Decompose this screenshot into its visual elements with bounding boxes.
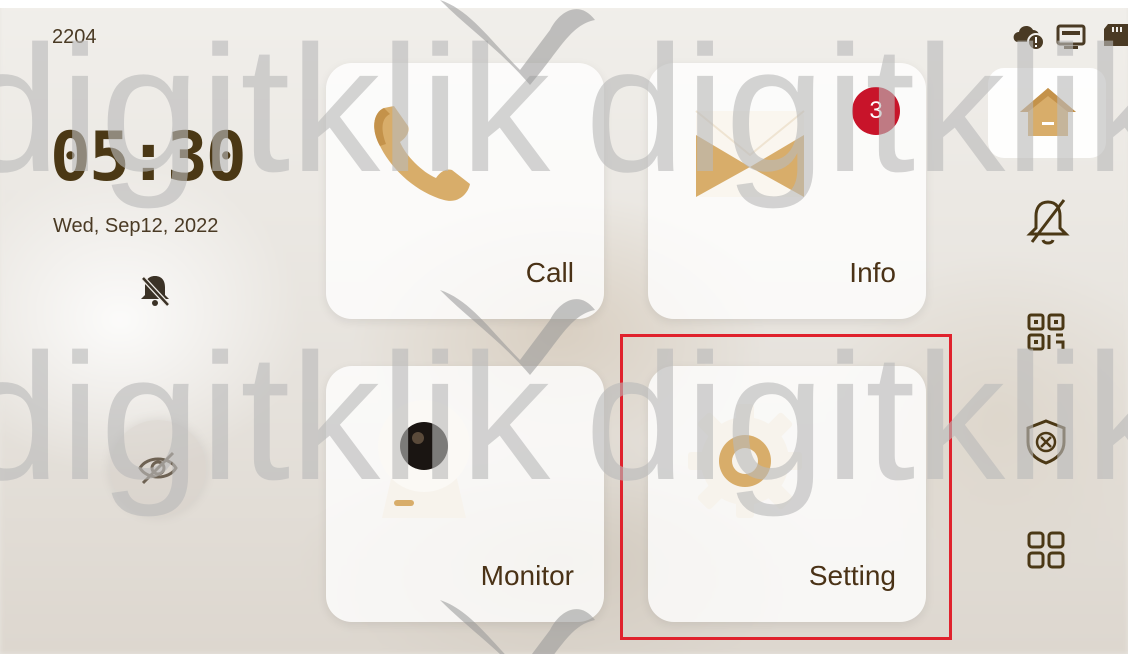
- phone-icon: [374, 106, 470, 201]
- monitor-tile[interactable]: Monitor: [326, 366, 604, 622]
- room-number: 2204: [52, 26, 97, 48]
- sidebar-item-home[interactable]: [988, 68, 1106, 158]
- call-label: Call: [525, 257, 574, 288]
- monitor-label: Monitor: [480, 560, 574, 591]
- envelope-icon: [695, 110, 805, 197]
- bell-off-icon: [1026, 199, 1070, 245]
- screen-icon: [1056, 24, 1086, 49]
- camera-icon: [378, 400, 470, 518]
- privacy-toggle-button[interactable]: [110, 420, 206, 516]
- apps-grid-icon: [1027, 531, 1065, 569]
- info-label: Info: [849, 257, 896, 288]
- shield-x-icon: [1026, 419, 1066, 465]
- top-bar: [0, 0, 1128, 8]
- eye-off-icon: [138, 451, 178, 485]
- clock-date: Wed, Sep12, 2022: [53, 215, 219, 237]
- selection-highlight: [620, 334, 952, 640]
- unread-badge: 3: [852, 87, 900, 135]
- status-icons: [1012, 20, 1128, 57]
- clock-time: 05:30: [50, 118, 247, 197]
- bell-off-icon: [135, 270, 175, 310]
- sd-card-icon: [1104, 24, 1128, 46]
- home-icon: [1020, 88, 1076, 136]
- qr-code-icon: [1027, 313, 1065, 351]
- call-tile[interactable]: Call: [326, 63, 604, 319]
- cloud-alert-icon: [1013, 26, 1045, 51]
